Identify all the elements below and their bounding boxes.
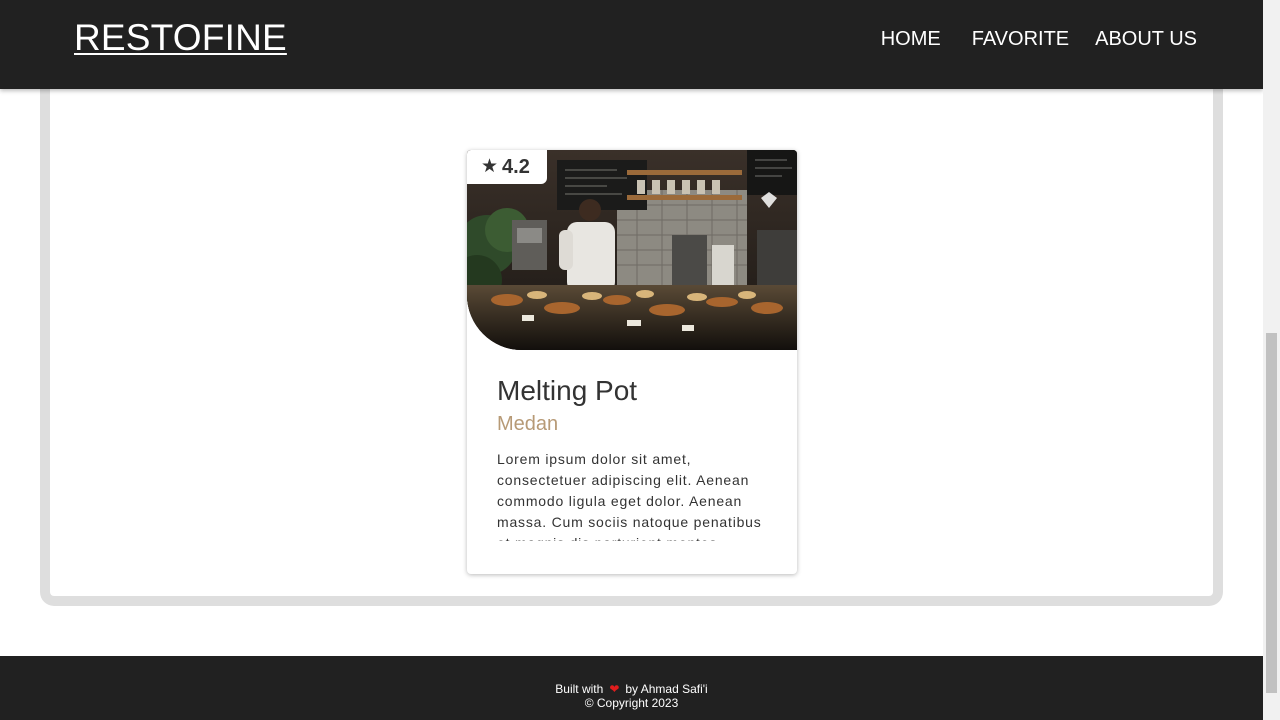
scrollbar-thumb[interactable] [1266,333,1277,693]
rating-value: 4.2 [502,156,530,178]
rating-badge: ★ 4.2 [467,150,547,184]
footer-credit: Built with ❤ by Ahmad Safi'i [0,682,1263,696]
star-icon: ★ [481,156,499,177]
restaurant-city: Medan [497,413,559,435]
card-body: Melting Pot Medan Lorem ipsum dolor sit … [497,374,767,555]
brand-logo-link[interactable]: RESTOFINE [74,16,287,60]
footer: Built with ❤ by Ahmad Safi'i © Copyright 2… [0,656,1263,720]
nav-home-link[interactable]: HOME [881,26,941,52]
app-bar: RESTOFINE HOME FAVORITE ABOUT US [0,0,1263,89]
footer-built-with: Built with [555,682,604,696]
heart-icon: ❤ [609,682,620,696]
nav-about-us-link[interactable]: ABOUT US [1095,26,1197,52]
footer-author: by Ahmad Safi'i [625,682,708,696]
page-scrollbar[interactable] [1263,0,1280,720]
restaurant-name-link[interactable]: Melting Pot [497,374,767,408]
nav-favorite-link[interactable]: FAVORITE [972,26,1069,52]
restaurant-description: Lorem ipsum dolor sit amet, consectetuer… [497,451,762,541]
main-nav: HOME FAVORITE ABOUT US [881,26,1197,52]
restaurant-card[interactable]: ★ 4.2 Melting Pot Medan Lorem ipsum dolo… [467,150,797,574]
page: RESTOFINE HOME FAVORITE ABOUT US ★ 4.2 M… [0,0,1263,720]
footer-copyright: © Copyright 2023 [584,696,679,710]
